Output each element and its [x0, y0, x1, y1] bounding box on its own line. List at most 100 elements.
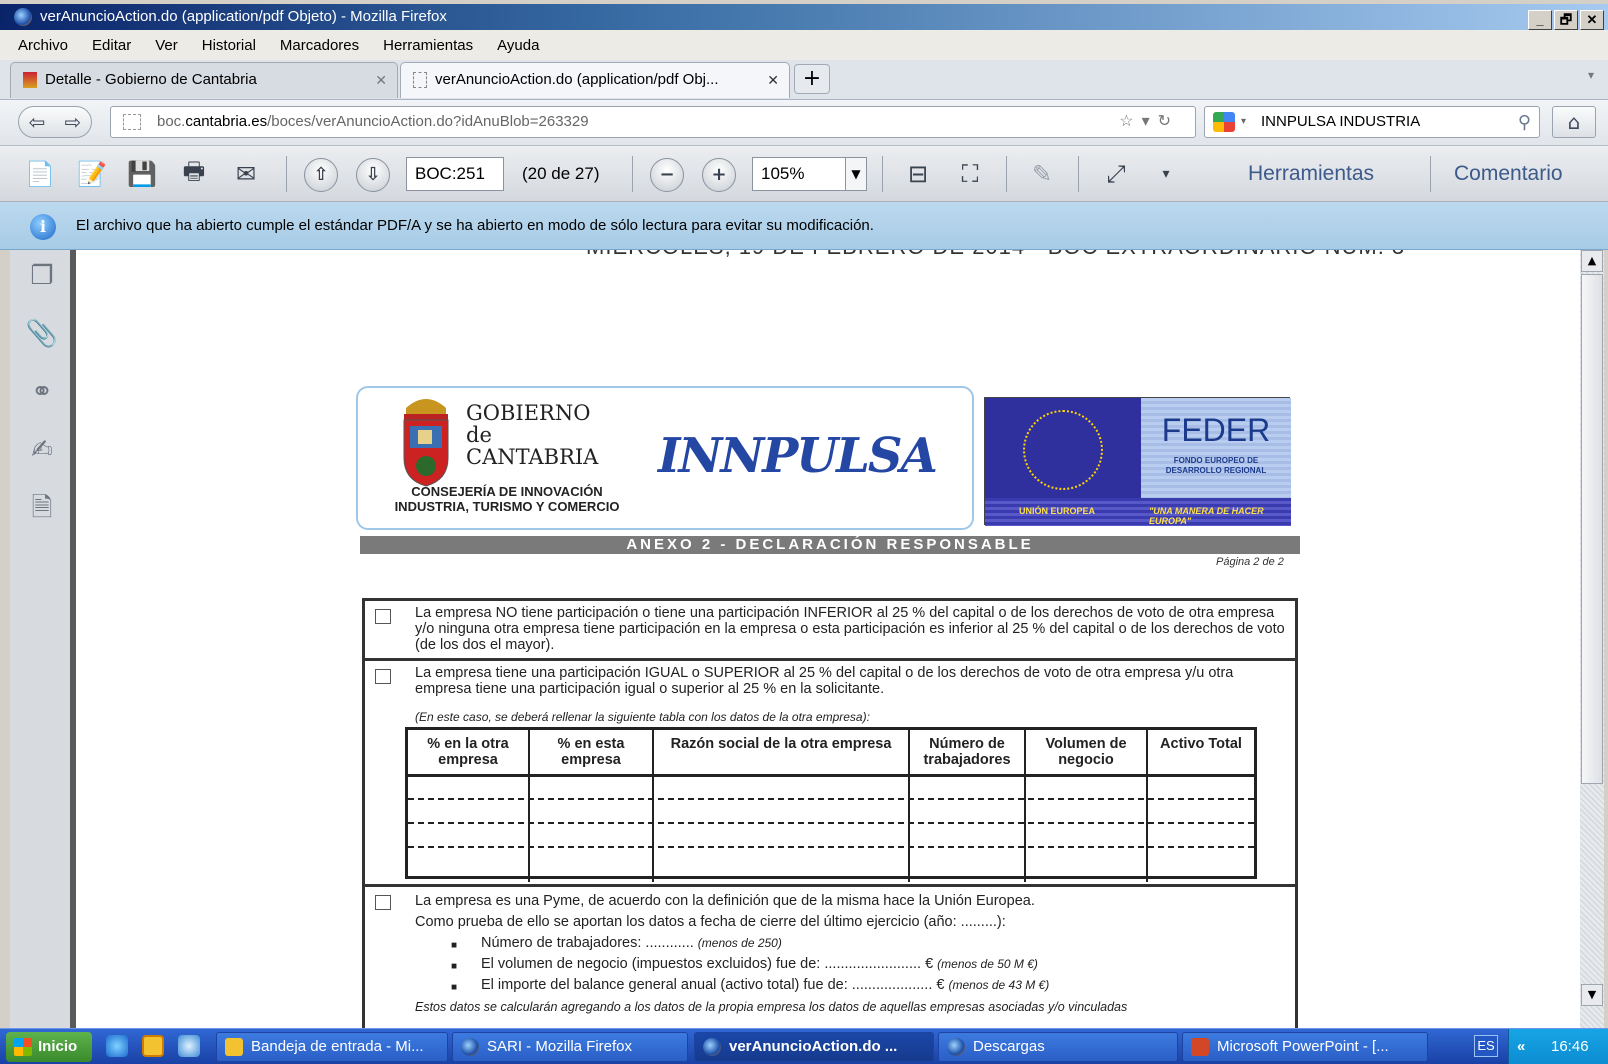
option-2-checkbox[interactable]: [375, 669, 391, 684]
table-row[interactable]: [408, 822, 1254, 824]
feder-title: FEDER: [1161, 412, 1271, 448]
language-indicator[interactable]: ES: [1474, 1035, 1498, 1057]
tab-label: Detalle - Gobierno de Cantabria: [45, 71, 257, 88]
save-icon[interactable]: 💾: [124, 157, 160, 191]
quicklaunch-app-icon[interactable]: [178, 1035, 200, 1057]
tab-veranuncio[interactable]: verAnuncioAction.do (application/pdf Obj…: [400, 62, 790, 98]
close-button[interactable]: ✕: [1580, 10, 1604, 30]
print-icon[interactable]: 🖶: [176, 157, 212, 191]
menu-marcadores[interactable]: Marcadores: [280, 37, 359, 54]
menu-archivo[interactable]: Archivo: [18, 37, 68, 54]
table-column-line: [1024, 776, 1026, 882]
innpulsa-logo: INNPULSA: [658, 428, 938, 484]
fit-page-icon[interactable]: ⊟: [900, 157, 936, 191]
previous-page-button[interactable]: ⇧: [304, 158, 338, 192]
taskbar-item-bandeja[interactable]: Bandeja de entrada - Mi...: [216, 1032, 448, 1062]
start-button[interactable]: Inicio: [6, 1032, 92, 1062]
edit-pdf-icon[interactable]: 📝: [74, 157, 110, 191]
search-magnifier-icon[interactable]: ⚲: [1518, 107, 1531, 137]
taskbar-item-sari[interactable]: SARI - Mozilla Firefox: [452, 1032, 688, 1062]
option-row-2: La empresa tiene una participación IGUAL…: [365, 661, 1295, 887]
security-document-icon[interactable]: 🗎: [22, 488, 62, 528]
url-bar[interactable]: boc.cantabria.es/boces/verAnuncioAction.…: [110, 106, 1196, 138]
firefox-icon: [14, 8, 32, 26]
option-1-checkbox[interactable]: [375, 609, 391, 624]
menu-ayuda[interactable]: Ayuda: [497, 37, 539, 54]
zoom-out-button[interactable]: −: [650, 158, 684, 192]
taskbar-item-veranuncio[interactable]: verAnuncioAction.do ...: [694, 1032, 934, 1062]
restore-button[interactable]: 🗗: [1554, 10, 1578, 30]
pyme-bullets: ■ Número de trabajadores: ............ (…: [415, 935, 1275, 1005]
forward-arrow-icon[interactable]: ⇨: [65, 110, 82, 134]
scroll-thumb[interactable]: [1581, 274, 1603, 784]
option-1-text: La empresa NO tiene participación o tien…: [415, 605, 1285, 653]
bullet-note: (menos de 50 M €): [937, 957, 1038, 971]
back-arrow-icon[interactable]: ⇦: [29, 110, 46, 134]
feder-logo: FEDER FONDO EUROPEO DE DESARROLLO REGION…: [984, 397, 1291, 526]
zoom-dropdown-icon[interactable]: ▼: [845, 157, 867, 191]
google-search-icon[interactable]: [1213, 112, 1235, 132]
site-identity-icon[interactable]: [123, 114, 141, 130]
menu-ver[interactable]: Ver: [155, 37, 178, 54]
taskbar-item-powerpoint[interactable]: Microsoft PowerPoint - [...: [1182, 1032, 1428, 1062]
info-icon: i: [30, 214, 56, 240]
page-number-field[interactable]: BOC:251: [406, 157, 504, 191]
next-page-button[interactable]: ⇩: [356, 158, 390, 192]
fullscreen-icon[interactable]: ⤢: [1098, 157, 1134, 191]
tools-link[interactable]: Herramientas: [1248, 158, 1374, 190]
close-tab-icon[interactable]: ✕: [767, 63, 779, 97]
menu-historial[interactable]: Historial: [202, 37, 256, 54]
url-path: /boces/verAnuncioAction.do?idAnuBlob=263…: [267, 113, 589, 130]
internet-explorer-icon[interactable]: [106, 1035, 128, 1057]
table-header-divider: [408, 774, 1254, 777]
pdf-side-panel: ❐ 📎 ⚭ ✍ 🗎: [10, 250, 76, 1028]
sign-icon[interactable]: ✎: [1024, 157, 1060, 191]
page-indicator: Página 2 de 2: [1216, 556, 1284, 568]
table-row[interactable]: [408, 798, 1254, 800]
new-tab-button[interactable]: +: [794, 64, 830, 94]
feder-subtitle: FONDO EUROPEO DE DESARROLLO REGIONAL: [1141, 456, 1291, 476]
email-icon[interactable]: ✉: [228, 157, 264, 191]
create-pdf-icon[interactable]: 📄: [22, 157, 58, 191]
table-header: % en la otra empresa: [408, 730, 530, 776]
vertical-scrollbar[interactable]: ▲ ▼: [1580, 250, 1604, 1028]
cantabria-line: CANTABRIA: [466, 445, 599, 469]
close-tab-icon[interactable]: ✕: [375, 63, 387, 97]
zoom-field[interactable]: 105%: [752, 157, 846, 191]
eu-stars-icon: [1023, 410, 1103, 490]
bullet-note: (menos de 43 M €): [948, 978, 1050, 992]
taskbar-item-descargas[interactable]: Descargas: [938, 1032, 1178, 1062]
search-engine-dropdown-icon[interactable]: ▾: [1241, 107, 1246, 137]
signatures-icon[interactable]: ✍: [22, 430, 62, 470]
attachments-paperclip-icon[interactable]: 📎: [22, 314, 62, 354]
tab-list-icon[interactable]: ▾: [1588, 68, 1594, 82]
toolbar-more-icon[interactable]: ▾: [1148, 157, 1184, 191]
scroll-up-icon[interactable]: ▲: [1581, 250, 1603, 272]
menu-editar[interactable]: Editar: [92, 37, 131, 54]
consejeria-line-2: INDUSTRIA, TURISMO Y COMERCIO: [394, 499, 620, 514]
tab-detalle[interactable]: Detalle - Gobierno de Cantabria ✕: [10, 62, 398, 98]
option-2-text: La empresa tiene una participación IGUAL…: [415, 665, 1234, 697]
outlook-icon[interactable]: [142, 1035, 164, 1057]
search-input[interactable]: ▾ INNPULSA INDUSTRIA ⚲: [1204, 106, 1540, 138]
bookmark-star-icon[interactable]: ☆▾↻: [1119, 107, 1179, 137]
home-icon[interactable]: ⌂: [1552, 106, 1596, 138]
bullet-icon: ■: [451, 982, 458, 993]
table-row[interactable]: [408, 846, 1254, 848]
minimize-button[interactable]: _: [1528, 10, 1552, 30]
toolbar-divider: [1006, 156, 1007, 192]
menu-herramientas[interactable]: Herramientas: [383, 37, 473, 54]
option-3-checkbox[interactable]: [375, 895, 391, 910]
option-3-text: La empresa es una Pyme, de acuerdo con l…: [415, 893, 1035, 909]
find-binoculars-icon[interactable]: ⚭: [22, 372, 62, 412]
table-header: Número de trabajadores: [910, 730, 1026, 776]
scroll-down-icon[interactable]: ▼: [1581, 984, 1603, 1006]
fit-width-icon[interactable]: ⛶: [952, 157, 988, 191]
pages-thumbnail-icon[interactable]: ❐: [22, 256, 62, 296]
feder-stripe: UNIÓN EUROPEA "UNA MANERA DE HACER EUROP…: [985, 498, 1291, 526]
running-header: MIÉRCOLES, 19 DE FEBRERO DE 2014 - BOC E…: [586, 250, 1405, 260]
tray-chevron-icon[interactable]: «: [1517, 1029, 1525, 1064]
comment-link[interactable]: Comentario: [1454, 158, 1563, 190]
zoom-in-button[interactable]: +: [702, 158, 736, 192]
taskbar-label: Microsoft PowerPoint - [...: [1217, 1038, 1389, 1055]
